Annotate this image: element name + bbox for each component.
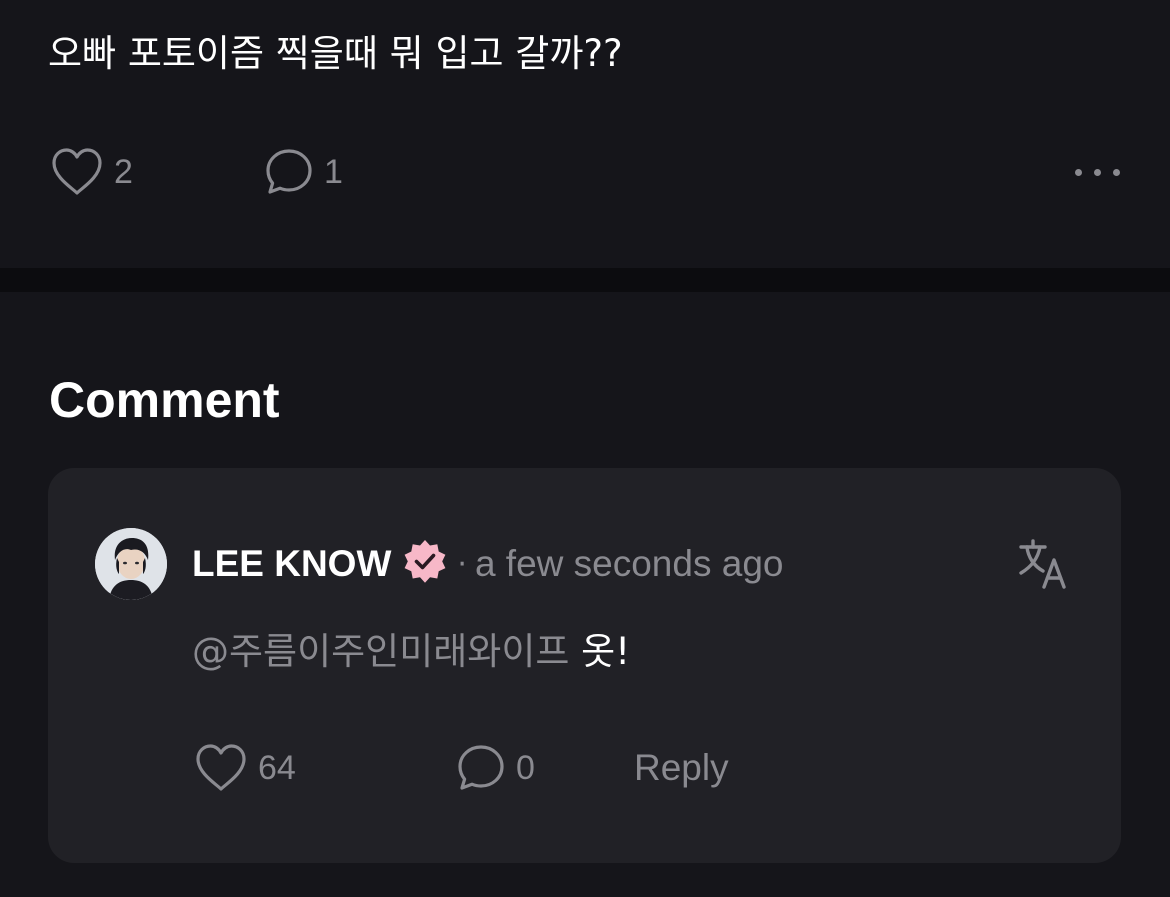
heart-icon (50, 147, 104, 197)
section-divider (0, 268, 1170, 292)
comment-text: 옷! (569, 630, 631, 673)
post-like-button[interactable]: 2 (50, 145, 133, 199)
comment-reply-count: 0 (516, 748, 535, 787)
comment-body: @주름이주인미래와이프 옷! (192, 626, 630, 678)
post-text: 오빠 포토이즘 찍을때 뭐 입고 갈까?? (48, 32, 623, 75)
comment-reply-count-button[interactable]: 0 (456, 741, 535, 795)
more-options-button[interactable] (1075, 145, 1120, 199)
comment-card: LEE KNOW · a few seconds ago @주름이주인미래와이프… (48, 468, 1121, 863)
comment-timestamp: a few seconds ago (474, 543, 784, 584)
comments-heading: Comment (49, 372, 280, 428)
verified-badge-icon (401, 538, 449, 590)
speech-bubble-icon (456, 743, 506, 793)
post: 오빠 포토이즘 찍을때 뭐 입고 갈까?? 2 1 (0, 0, 1170, 268)
post-actions: 2 1 (50, 145, 1120, 199)
translate-icon (1018, 539, 1070, 594)
post-comment-button[interactable]: 1 (264, 145, 343, 199)
post-comment-count: 1 (324, 152, 343, 191)
comment-mention[interactable]: @주름이주인미래와이프 (192, 630, 569, 673)
post-like-count: 2 (114, 152, 133, 191)
comment-author[interactable]: LEE KNOW (192, 543, 391, 585)
comment-like-button[interactable]: 64 (194, 741, 296, 795)
comment-header: LEE KNOW · a few seconds ago (192, 540, 783, 588)
translate-button[interactable] (1018, 538, 1070, 590)
comment-like-count: 64 (258, 748, 296, 787)
heart-icon (194, 743, 248, 793)
comment-actions: 64 0 Reply (194, 741, 794, 795)
separator-dot: · (457, 546, 467, 582)
avatar[interactable] (95, 528, 167, 600)
more-horizontal-icon (1075, 168, 1082, 176)
comments-section: Comment LEE KNOW · a few seconds ago @주름… (0, 292, 1170, 897)
speech-bubble-icon (264, 147, 314, 197)
reply-button[interactable]: Reply (634, 741, 729, 795)
